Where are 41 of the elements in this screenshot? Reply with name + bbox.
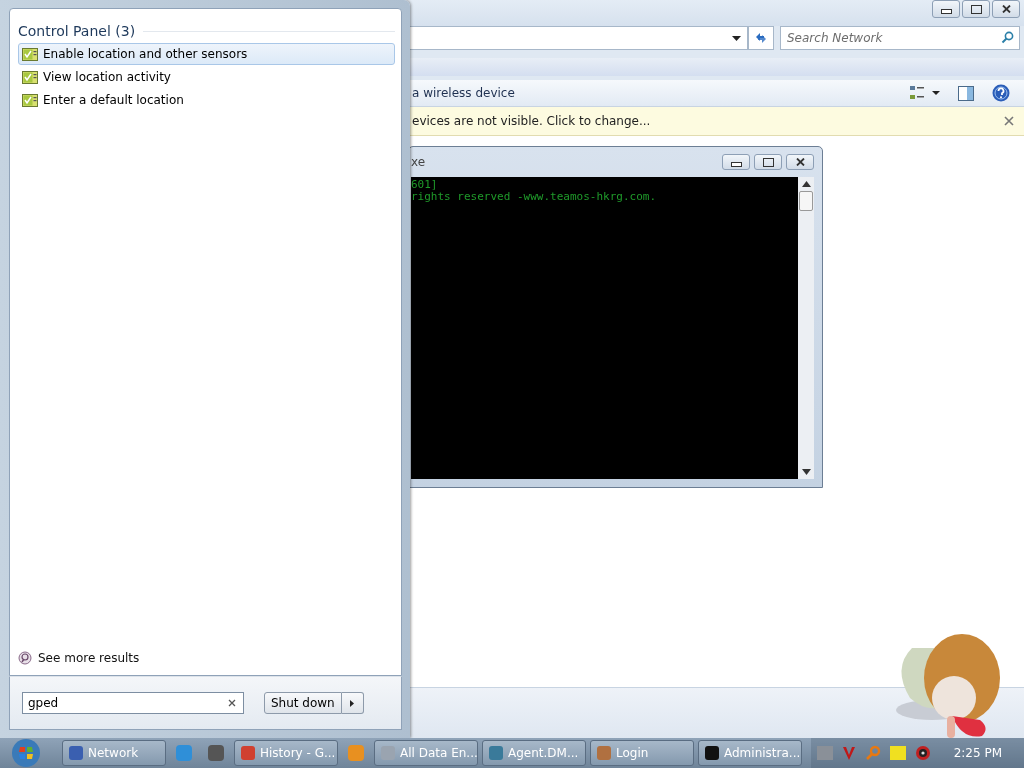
minimize-button[interactable]: [722, 154, 750, 170]
toolbar-command[interactable]: a wireless device: [412, 86, 515, 100]
close-button[interactable]: [786, 154, 814, 170]
scroll-down-icon[interactable]: [801, 469, 811, 475]
search-result[interactable]: View location activity: [18, 66, 395, 88]
clear-icon[interactable]: [228, 699, 236, 707]
close-icon: [795, 158, 805, 166]
checklist-icon: [22, 93, 38, 107]
scrollbar[interactable]: [798, 177, 814, 479]
maximize-button[interactable]: [754, 154, 782, 170]
checklist-icon: [22, 47, 38, 61]
view-options-icon[interactable]: [910, 85, 940, 101]
see-more-link[interactable]: See more results: [18, 651, 395, 665]
shut-down-button[interactable]: Shut down: [264, 692, 342, 714]
preview-pane-icon[interactable]: [958, 85, 974, 101]
dropdown-icon: [732, 35, 741, 41]
search-icon: [1001, 31, 1014, 44]
close-button[interactable]: [992, 0, 1020, 18]
speaker-icon[interactable]: [914, 745, 931, 761]
close-icon[interactable]: [1004, 116, 1014, 126]
scroll-thumb[interactable]: [799, 191, 813, 211]
restore-button[interactable]: [962, 0, 990, 18]
caret-icon: [350, 699, 355, 707]
refresh-button[interactable]: [748, 26, 774, 50]
minimize-button[interactable]: [932, 0, 960, 18]
group-heading: Control Panel (3): [18, 23, 136, 39]
search-field[interactable]: gped: [22, 692, 244, 714]
clock: 2:25 PM: [953, 746, 1002, 760]
checklist-icon: [22, 70, 38, 84]
info-message: evices are not visible. Click to change...: [412, 114, 651, 128]
help-icon[interactable]: [992, 84, 1010, 102]
window-title: xe: [411, 155, 426, 169]
console-text: rights reserved -www.teamos-hkrg.com.: [411, 191, 658, 203]
shutdown-options-button[interactable]: [341, 692, 364, 714]
search-field[interactable]: Search Network: [780, 26, 1020, 50]
scroll-up-icon[interactable]: [801, 181, 811, 187]
console-text: 601]: [411, 179, 439, 191]
search-icon: [18, 651, 32, 665]
refresh-icon: [754, 32, 768, 44]
close-icon: [1001, 5, 1011, 13]
search-result[interactable]: Enable location and other sensors: [18, 43, 395, 65]
